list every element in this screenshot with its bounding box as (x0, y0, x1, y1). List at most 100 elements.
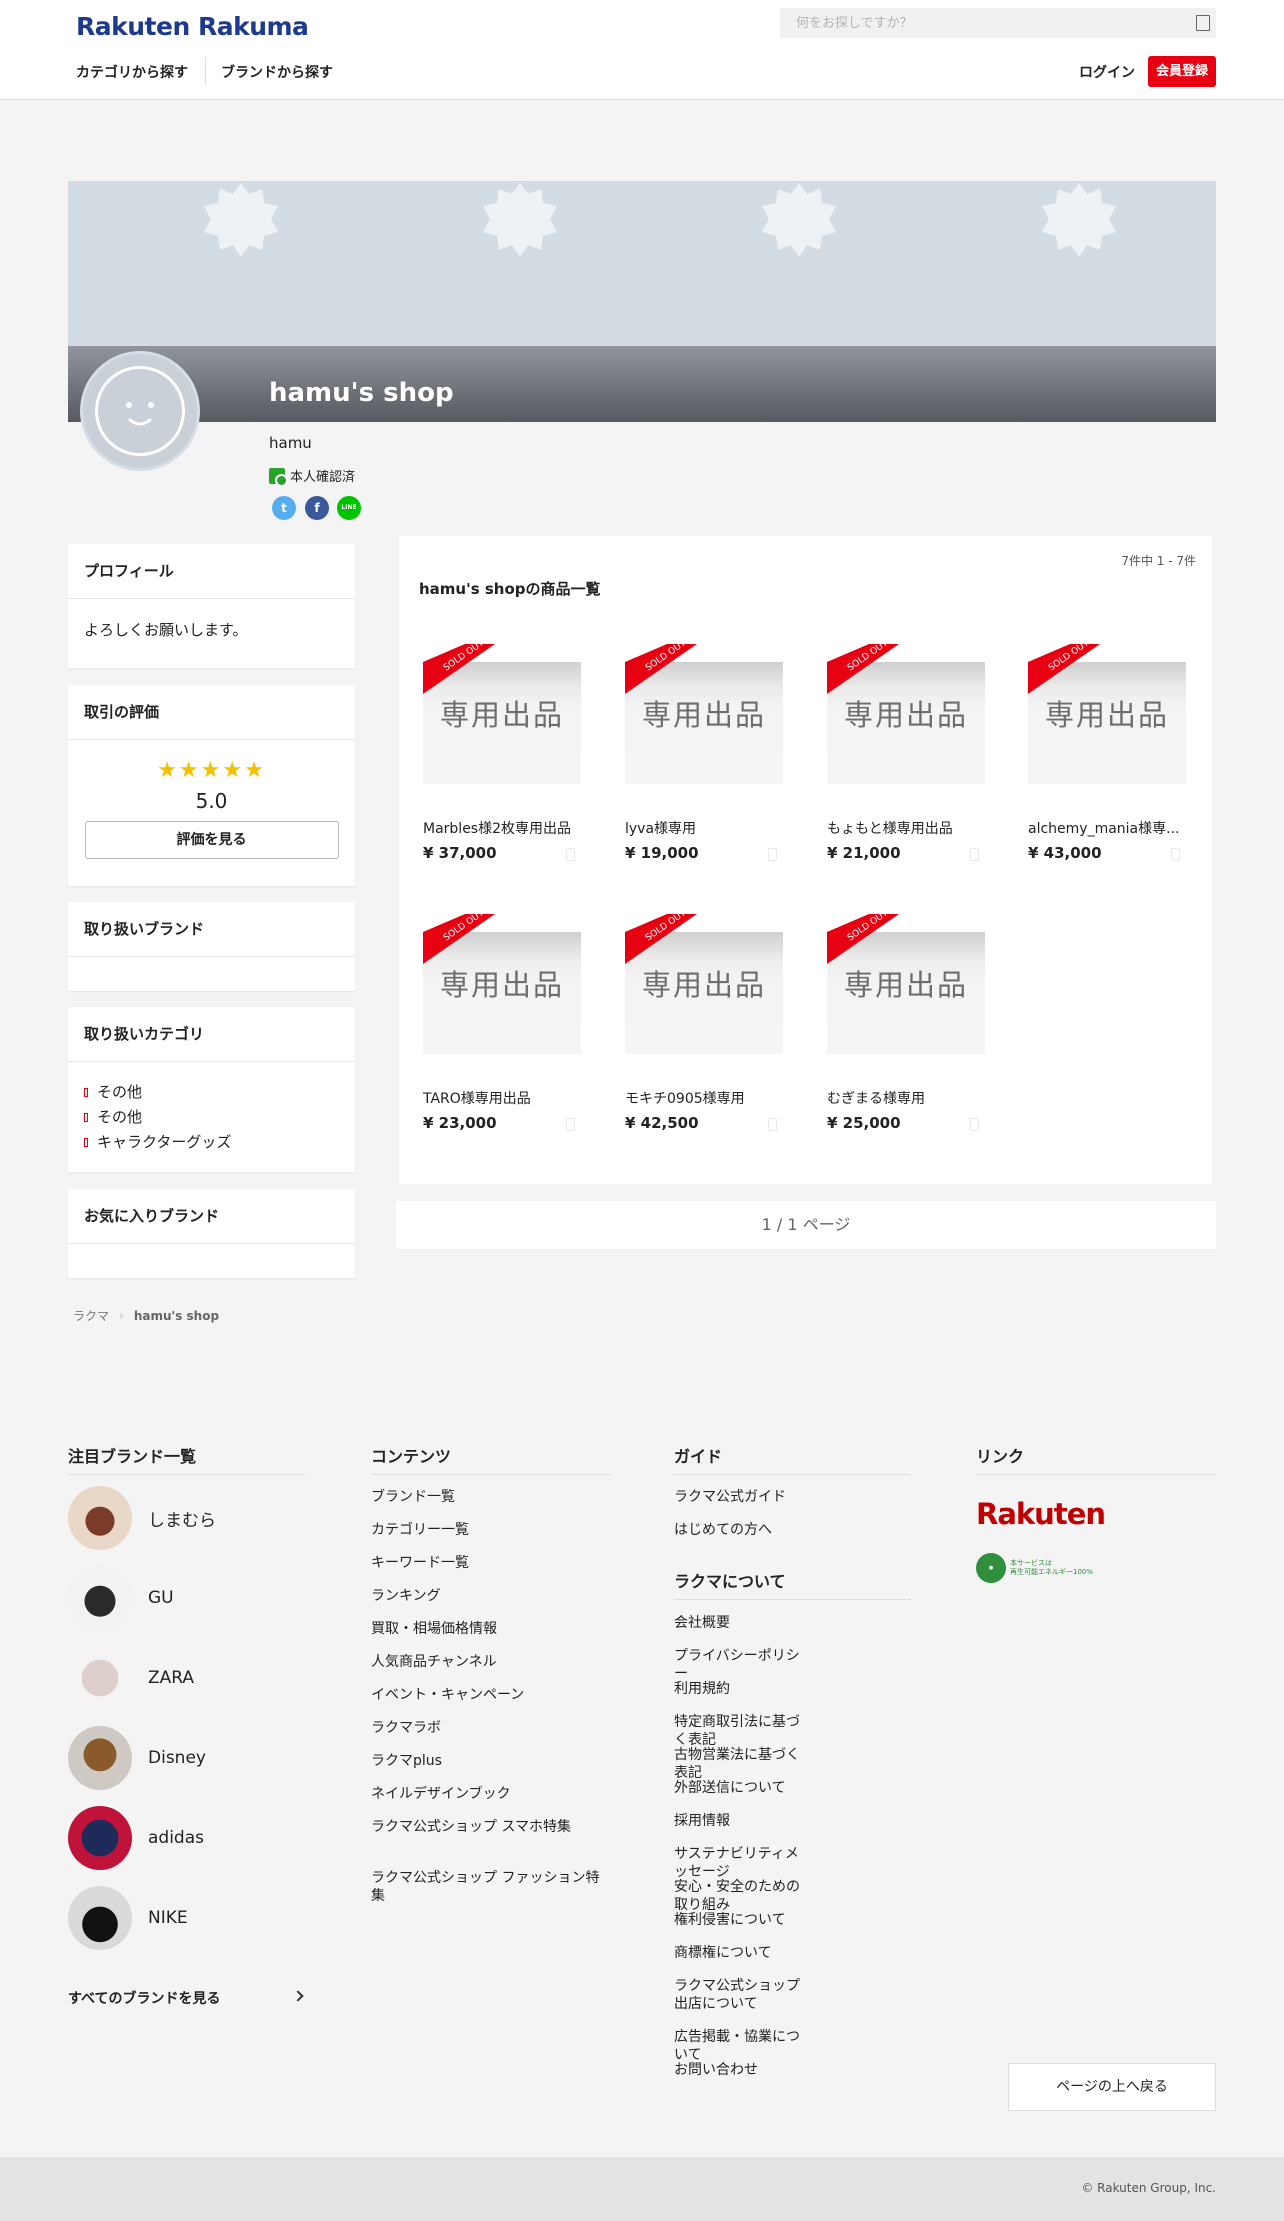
breadcrumb-home[interactable]: ラクマ (73, 1309, 109, 1323)
footer-brand-item[interactable]: ZARA (68, 1645, 194, 1711)
favorite-icon[interactable] (970, 848, 979, 861)
footer-link[interactable]: ラクマplus (371, 1752, 611, 1770)
category-arrow-icon (84, 1138, 88, 1147)
product-card[interactable]: 専用出品 SOLD OUT むぎまる様専用 ¥ 25,000 (827, 914, 985, 1132)
footer-link[interactable]: プライバシーポリシー (674, 1647, 804, 1683)
category-link[interactable]: キャラクターグッズ (84, 1130, 339, 1155)
all-brands-link[interactable]: すべてのブランドを見る (68, 1988, 305, 2008)
brand-image[interactable] (68, 1566, 132, 1630)
footer-link[interactable]: ラクマラボ (371, 1719, 611, 1737)
product-thumbnail[interactable]: 専用出品 SOLD OUT (1028, 644, 1186, 784)
nav-brand[interactable]: ブランドから探す (221, 62, 333, 82)
product-card[interactable]: 専用出品 SOLD OUT alchemy_mania様専... ¥ 43,000 (1028, 644, 1186, 862)
footer-link[interactable]: ラクマ公式ガイド (674, 1488, 854, 1506)
footer-brand-item[interactable]: しまむら (68, 1485, 216, 1551)
footer-link[interactable]: ネイルデザインブック (371, 1785, 611, 1803)
login-link[interactable]: ログイン (1079, 62, 1135, 82)
favorite-icon[interactable] (1171, 848, 1180, 861)
green-energy-badge[interactable]: ● 本サービスは 再生可能エネルギー100% (976, 1553, 1096, 1583)
footer-link[interactable]: 権利侵害について (674, 1911, 804, 1929)
twitter-share-icon[interactable]: t (272, 496, 296, 520)
product-card[interactable]: 専用出品 SOLD OUT TARO様専用出品 ¥ 23,000 (423, 914, 581, 1132)
footer-link[interactable]: ラクマ公式ショップ出店について (674, 1977, 804, 2013)
brand-image[interactable] (68, 1726, 132, 1790)
rakuma-logo[interactable]: Rakuten Rakuma (76, 12, 309, 41)
brand-name[interactable]: NIKE (148, 1908, 188, 1928)
line-share-icon[interactable]: LINE (337, 496, 361, 520)
register-button[interactable]: 会員登録 (1148, 56, 1216, 87)
product-name[interactable]: Marbles様2枚専用出品 (423, 818, 581, 838)
footer-link[interactable]: ラクマ公式ショップ スマホ特集 (371, 1818, 611, 1836)
footer-link[interactable]: 商標権について (674, 1944, 804, 1962)
brand-image[interactable] (68, 1806, 132, 1870)
product-name[interactable]: alchemy_mania様専... (1028, 818, 1186, 838)
footer-brand-item[interactable]: NIKE (68, 1885, 188, 1951)
footer-link[interactable]: 広告掲載・協業について (674, 2028, 804, 2064)
product-price: ¥ 37,000 (423, 844, 581, 862)
footer-brand-item[interactable]: adidas (68, 1805, 204, 1871)
favorite-icon[interactable] (768, 848, 777, 861)
product-name[interactable]: もょもと様専用出品 (827, 818, 985, 838)
footer-link[interactable]: 安心・安全のための取り組み (674, 1878, 804, 1914)
footer-brand-item[interactable]: Disney (68, 1725, 206, 1791)
banner-flower-icon (1042, 183, 1116, 257)
footer-link[interactable]: 採用情報 (674, 1812, 804, 1830)
product-card[interactable]: 専用出品 SOLD OUT モキチ0905様専用 ¥ 42,500 (625, 914, 783, 1132)
favorite-icon[interactable] (970, 1118, 979, 1131)
footer-link[interactable]: 特定商取引法に基づく表記 (674, 1713, 804, 1749)
footer-link[interactable]: カテゴリー一覧 (371, 1521, 611, 1539)
footer-link[interactable]: 古物営業法に基づく表記 (674, 1746, 804, 1782)
favorite-icon[interactable] (566, 848, 575, 861)
footer-link[interactable]: 会社概要 (674, 1614, 804, 1632)
brand-name[interactable]: adidas (148, 1828, 204, 1848)
product-thumbnail[interactable]: 専用出品 SOLD OUT (625, 644, 783, 784)
brand-image[interactable] (68, 1886, 132, 1950)
footer-link[interactable]: 人気商品チャンネル (371, 1653, 611, 1671)
favorite-icon[interactable] (768, 1118, 777, 1131)
product-card[interactable]: 専用出品 SOLD OUT lyva様専用 ¥ 19,000 (625, 644, 783, 862)
footer-link[interactable]: はじめての方へ (674, 1521, 854, 1539)
rakuten-logo[interactable]: Rakuten (976, 1497, 1106, 1531)
footer-link[interactable]: イベント・キャンペーン (371, 1686, 611, 1704)
footer-link[interactable]: 買取・相場価格情報 (371, 1620, 611, 1638)
category-link[interactable]: その他 (84, 1080, 339, 1105)
brand-image[interactable] (68, 1646, 132, 1710)
product-thumbnail[interactable]: 専用出品 SOLD OUT (827, 644, 985, 784)
footer-link[interactable]: ブランド一覧 (371, 1488, 611, 1506)
brand-name[interactable]: ZARA (148, 1668, 194, 1688)
footer-link[interactable]: 利用規約 (674, 1680, 804, 1698)
facebook-share-icon[interactable]: f (305, 496, 329, 520)
product-name[interactable]: TARO様専用出品 (423, 1088, 581, 1108)
footer-brand-item[interactable]: GU (68, 1565, 174, 1631)
category-link[interactable]: その他 (84, 1105, 339, 1130)
footer-link[interactable]: ランキング (371, 1587, 611, 1605)
favorite-icon[interactable] (566, 1118, 575, 1131)
brand-image[interactable] (68, 1486, 132, 1550)
footer-link[interactable]: お問い合わせ (674, 2061, 804, 2079)
product-thumbnail[interactable]: 専用出品 SOLD OUT (625, 914, 783, 1054)
product-thumbnail[interactable]: 専用出品 SOLD OUT (423, 644, 581, 784)
footer-link[interactable]: サステナビリティメッセージ (674, 1845, 804, 1881)
footer-link[interactable]: キーワード一覧 (371, 1554, 611, 1572)
view-ratings-button[interactable]: 評価を見る (84, 821, 339, 859)
nav-category[interactable]: カテゴリから探す (76, 62, 188, 82)
brand-name[interactable]: GU (148, 1588, 174, 1608)
back-to-top-button[interactable]: ページの上へ戻る (1008, 2063, 1216, 2111)
sold-out-ribbon: SOLD OUT (1028, 644, 1100, 694)
product-name[interactable]: lyva様専用 (625, 818, 783, 838)
product-thumbnail[interactable]: 専用出品 SOLD OUT (423, 914, 581, 1054)
brand-name[interactable]: しまむら (148, 1506, 216, 1531)
product-card[interactable]: 専用出品 SOLD OUT Marbles様2枚専用出品 ¥ 37,000 (423, 644, 581, 862)
profile-text: よろしくお願いします。 (84, 621, 248, 639)
footer-link[interactable]: 外部送信について (674, 1779, 804, 1797)
product-thumbnail[interactable]: 専用出品 SOLD OUT (827, 914, 985, 1054)
product-card[interactable]: 専用出品 SOLD OUT もょもと様専用出品 ¥ 21,000 (827, 644, 985, 862)
product-name[interactable]: モキチ0905様専用 (625, 1088, 783, 1108)
product-name[interactable]: むぎまる様専用 (827, 1088, 985, 1108)
search-icon[interactable] (1196, 15, 1210, 31)
search-box[interactable] (780, 8, 1216, 38)
shop-title: hamu's shop (269, 378, 454, 408)
brand-name[interactable]: Disney (148, 1748, 206, 1768)
search-input[interactable] (780, 8, 1170, 38)
footer-link[interactable]: ラクマ公式ショップ ファッション特集 (371, 1869, 611, 1905)
